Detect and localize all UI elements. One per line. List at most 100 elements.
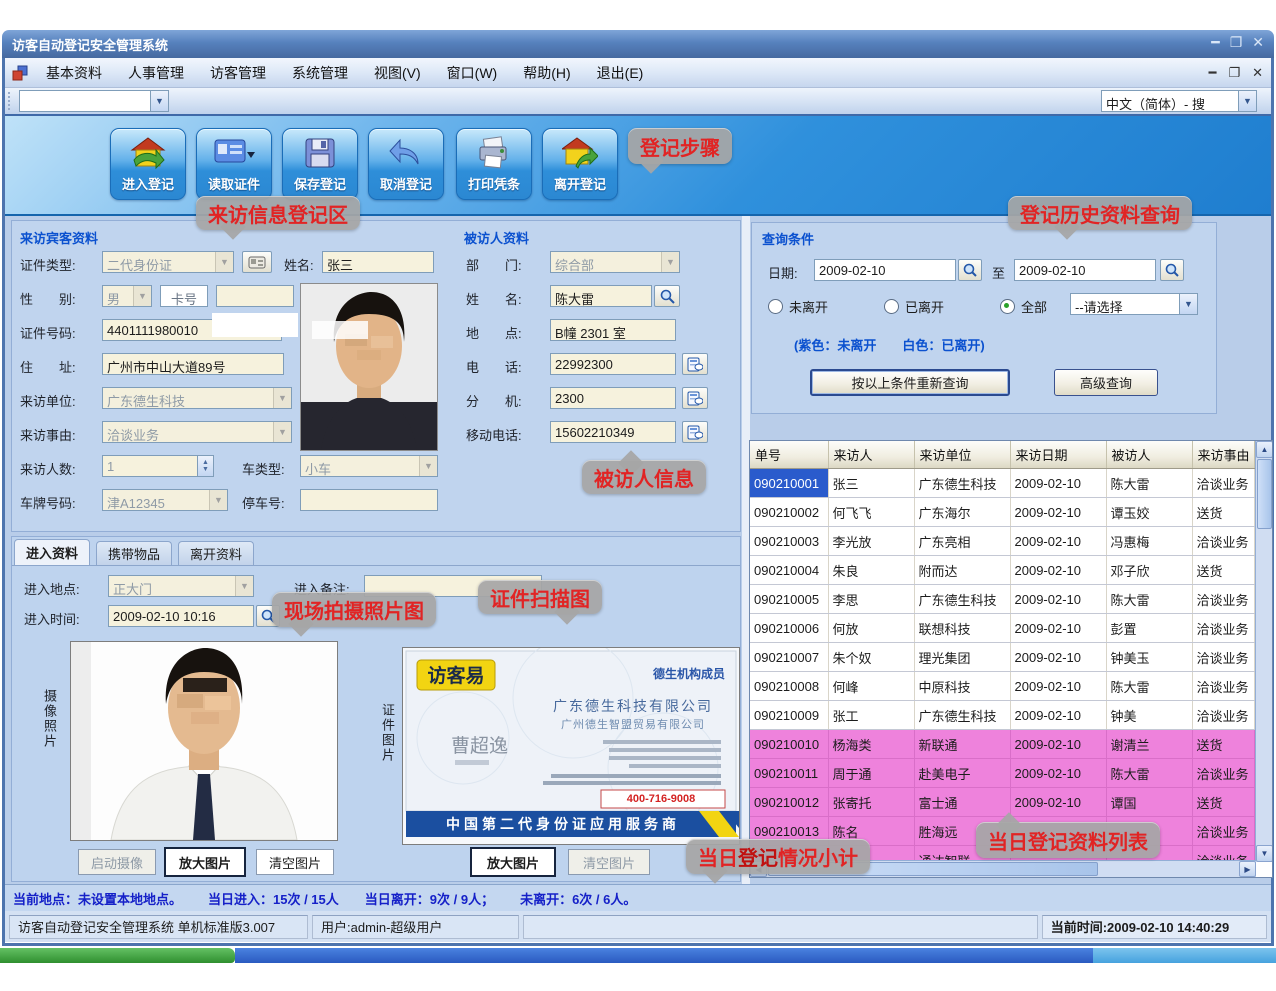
table-row[interactable]: 090210007朱个奴理光集团2009-02-10钟美玉洽谈业务	[750, 643, 1254, 672]
menu-item-system[interactable]: 系统管理	[279, 59, 361, 87]
table-cell[interactable]: 广东亮相	[914, 527, 1010, 556]
table-row[interactable]: 090210010杨海类新联通2009-02-10谢清兰送货	[750, 730, 1254, 759]
tab-entry-info[interactable]: 进入资料	[14, 539, 90, 565]
table-cell[interactable]: 谢清兰	[1106, 730, 1192, 759]
table-row[interactable]: 090210012张寄托富士通2009-02-10谭国送货	[750, 788, 1254, 817]
table-cell[interactable]: 090210004	[750, 556, 828, 585]
table-cell[interactable]: 送货	[1192, 556, 1254, 585]
table-cell[interactable]: 090210006	[750, 614, 828, 643]
scroll-down-icon[interactable]: ▼	[1256, 845, 1273, 862]
chevron-down-icon[interactable]: ▼	[150, 91, 168, 111]
parking-input[interactable]	[300, 489, 438, 511]
table-cell[interactable]: 2009-02-10	[1010, 759, 1106, 788]
table-cell[interactable]: 洽谈业务	[1192, 585, 1254, 614]
table-cell[interactable]: 090210001	[750, 469, 828, 498]
table-row[interactable]: 090210004朱良附而达2009-02-10邓子欣送货	[750, 556, 1254, 585]
table-cell[interactable]: 谭玉姣	[1106, 498, 1192, 527]
table-cell[interactable]: 广东德生科技	[914, 469, 1010, 498]
mdi-restore-icon[interactable]: ❐	[1228, 65, 1240, 81]
tab-carried-items[interactable]: 携带物品	[96, 541, 172, 565]
menu-item-visitor[interactable]: 访客管理	[197, 59, 279, 87]
entry-time-input[interactable]: 2009-02-10 10:16	[108, 605, 254, 627]
mdi-close-icon[interactable]: ✕	[1252, 65, 1263, 81]
entry-location-combobox[interactable]: 正大门 ▼	[108, 575, 254, 597]
gender-combobox[interactable]: 男 ▼	[102, 285, 152, 307]
table-cell[interactable]: 090210003	[750, 527, 828, 556]
mobile-input[interactable]: 15602210349	[550, 421, 676, 443]
phone-input[interactable]: 22992300	[550, 353, 676, 375]
column-header[interactable]: 来访人	[828, 441, 914, 469]
table-cell[interactable]: 2009-02-10	[1010, 527, 1106, 556]
table-cell[interactable]: 广东德生科技	[914, 585, 1010, 614]
table-cell[interactable]: 2009-02-10	[1010, 788, 1106, 817]
table-cell[interactable]: 钟美玉	[1106, 643, 1192, 672]
address-input[interactable]: 广州市中山大道89号	[102, 353, 284, 375]
table-cell[interactable]: 090210010	[750, 730, 828, 759]
visitor-count-stepper[interactable]: 1 ▲▼	[102, 455, 214, 477]
minimize-icon[interactable]: ━	[1211, 34, 1219, 51]
radio-not-left[interactable]: 未离开	[768, 297, 828, 316]
table-cell[interactable]: 张寄托	[828, 788, 914, 817]
idcard-reader-button[interactable]	[242, 251, 272, 273]
visited-name-search-button[interactable]	[654, 285, 680, 307]
table-row[interactable]: 090210009张工广东德生科技2009-02-10钟美洽谈业务	[750, 701, 1254, 730]
start-button-fragment[interactable]	[0, 948, 235, 963]
chevron-down-icon[interactable]: ▼	[1238, 91, 1256, 111]
table-cell[interactable]: 2009-02-10	[1010, 614, 1106, 643]
reason-combobox[interactable]: 洽谈业务 ▼	[102, 421, 292, 443]
ext-dial-button[interactable]	[682, 387, 708, 409]
table-cell[interactable]: 陈大雷	[1106, 759, 1192, 788]
table-cell[interactable]: 周于通	[828, 759, 914, 788]
cert-type-combobox[interactable]: 二代身份证 ▼	[102, 251, 234, 273]
table-cell[interactable]: 理光集团	[914, 643, 1010, 672]
table-cell[interactable]: 陈大雷	[1106, 585, 1192, 614]
radio-left[interactable]: 已离开	[884, 297, 944, 316]
table-cell[interactable]: 2009-02-10	[1010, 469, 1106, 498]
table-row[interactable]: 090210002何飞飞广东海尔2009-02-10谭玉姣送货	[750, 498, 1254, 527]
table-cell[interactable]: 朱良	[828, 556, 914, 585]
card-no-input[interactable]	[216, 285, 294, 307]
table-cell[interactable]: 2009-02-10	[1010, 701, 1106, 730]
close-icon[interactable]: ✕	[1252, 34, 1264, 51]
phone-dial-button[interactable]	[682, 353, 708, 375]
table-cell[interactable]: 090210007	[750, 643, 828, 672]
table-cell[interactable]: 090210005	[750, 585, 828, 614]
table-cell[interactable]: 富士通	[914, 788, 1010, 817]
table-cell[interactable]: 洽谈业务	[1192, 759, 1254, 788]
table-cell[interactable]: 钟美	[1106, 701, 1192, 730]
print-slip-button[interactable]: 打印凭条	[456, 128, 532, 200]
chevron-down-icon[interactable]: ▼	[1179, 294, 1197, 314]
table-cell[interactable]: 送货	[1192, 788, 1254, 817]
mobile-dial-button[interactable]	[682, 421, 708, 443]
table-cell[interactable]: 广东海尔	[914, 498, 1010, 527]
table-cell[interactable]: 陈大雷	[1106, 469, 1192, 498]
date-to-input[interactable]: 2009-02-10	[1014, 259, 1156, 281]
enter-register-button[interactable]: 进入登记	[110, 128, 186, 200]
filter-select[interactable]: --请选择 ▼	[1070, 293, 1198, 315]
quick-search-combobox[interactable]: ▼	[19, 90, 169, 112]
clear-scan-button[interactable]: 清空图片	[568, 849, 650, 875]
table-cell[interactable]: 张三	[828, 469, 914, 498]
dept-combobox[interactable]: 综合部 ▼	[550, 251, 680, 273]
table-cell[interactable]: 邓子欣	[1106, 556, 1192, 585]
plate-combobox[interactable]: 津A12345 ▼	[102, 489, 228, 511]
date-from-picker-button[interactable]	[958, 259, 982, 281]
date-from-input[interactable]: 2009-02-10	[814, 259, 956, 281]
save-register-button[interactable]: 保存登记	[282, 128, 358, 200]
table-row[interactable]: 090210003李光放广东亮相2009-02-10冯惠梅洽谈业务	[750, 527, 1254, 556]
scroll-right-icon[interactable]: ▶	[1239, 861, 1256, 877]
advanced-query-button[interactable]: 高级查询	[1054, 369, 1158, 396]
table-cell[interactable]: 洽谈业务	[1192, 672, 1254, 701]
table-cell[interactable]: 冯惠梅	[1106, 527, 1192, 556]
ext-input[interactable]: 2300	[550, 387, 676, 409]
table-cell[interactable]: 洽谈业务	[1192, 614, 1254, 643]
table-cell[interactable]: 李思	[828, 585, 914, 614]
table-cell[interactable]: 何放	[828, 614, 914, 643]
date-to-picker-button[interactable]	[1160, 259, 1184, 281]
table-cell[interactable]: 何飞飞	[828, 498, 914, 527]
leave-register-button[interactable]: 离开登记	[542, 128, 618, 200]
car-type-combobox[interactable]: 小车 ▼	[300, 455, 438, 477]
table-cell[interactable]: 何峰	[828, 672, 914, 701]
table-cell[interactable]: 090210009	[750, 701, 828, 730]
spinner-arrows-icon[interactable]: ▲▼	[197, 455, 214, 477]
